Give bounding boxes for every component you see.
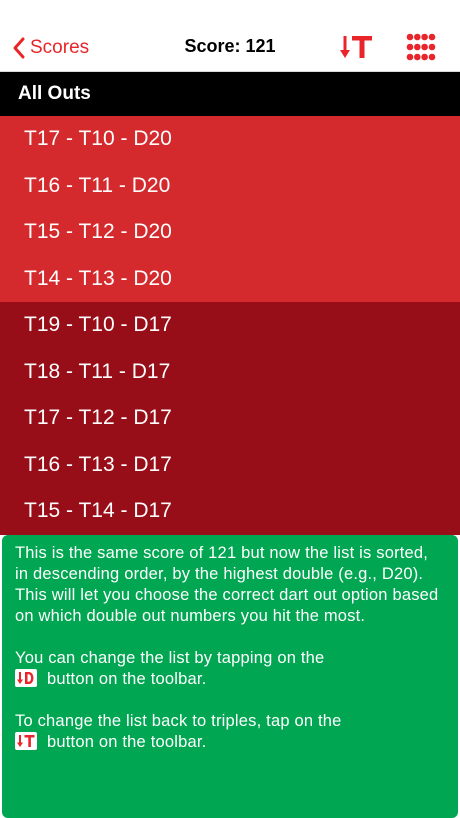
grid-icon <box>406 33 436 61</box>
list-item[interactable]: T18 - T11 - D17 <box>0 348 460 395</box>
outs-list: T17 - T10 - D20 T16 - T11 - D20 T15 - T1… <box>0 116 460 535</box>
help-paragraph-sort: This is the same score of 121 but now th… <box>15 544 439 625</box>
navigation-bar: Scores Score: 121 <box>0 0 460 72</box>
list-item[interactable]: T15 - T14 - D17 <box>0 488 460 535</box>
list-item[interactable]: T17 - T12 - D17 <box>0 395 460 442</box>
sort-triples-icon <box>340 36 372 58</box>
list-item[interactable]: T14 - T13 - D20 <box>0 255 460 302</box>
section-header-all-outs: All Outs <box>0 72 460 116</box>
list-item[interactable]: T17 - T10 - D20 <box>0 116 460 163</box>
sort-triples-button[interactable] <box>340 33 374 61</box>
list-item[interactable]: T19 - T10 - D17 <box>0 302 460 349</box>
help-paragraph-change-list: You can change the list by tapping on th… <box>15 649 325 688</box>
back-button-label: Scores <box>30 37 90 58</box>
list-item[interactable]: T15 - T12 - D20 <box>0 209 460 256</box>
list-item[interactable]: T16 - T13 - D17 <box>0 441 460 488</box>
sort-doubles-icon <box>15 669 37 687</box>
back-button[interactable]: Scores <box>12 34 89 62</box>
help-overlay: This is the same score of 121 but now th… <box>2 535 458 818</box>
chevron-left-icon <box>13 37 25 59</box>
sort-triples-icon <box>15 732 37 750</box>
number-grid-button[interactable] <box>406 33 436 61</box>
list-item[interactable]: T16 - T11 - D20 <box>0 162 460 209</box>
help-paragraph-back-to-triples: To change the list back to triples, tap … <box>15 712 342 751</box>
